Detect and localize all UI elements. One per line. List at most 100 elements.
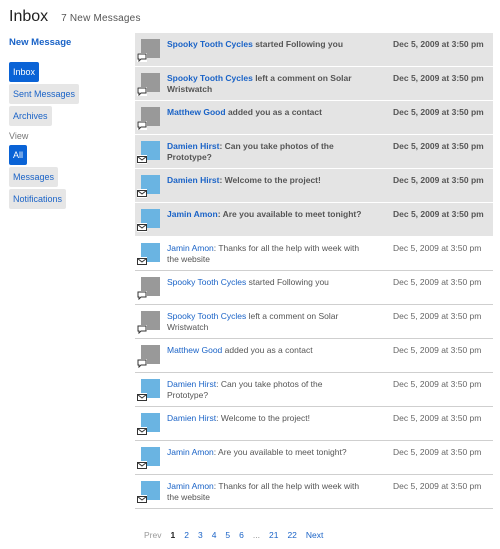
envelope-icon [137,257,147,266]
sender-link[interactable]: Jamin Amon [167,481,214,491]
message-body: started Following you [255,39,344,49]
sender-link[interactable]: Spooky Tooth Cycles [167,277,246,287]
sender-link[interactable]: Damien Hirst [167,413,216,423]
sender-link[interactable]: Matthew Good [167,107,226,117]
page-link-4[interactable]: 4 [212,530,217,540]
message-text: Spooky Tooth Cycles started Following yo… [167,277,362,288]
message-date: Dec 5, 2009 at 3:50 pm [393,447,482,457]
message-list: Spooky Tooth Cycles started Following yo… [135,33,493,509]
message-date: Dec 5, 2009 at 3:50 pm [393,379,482,389]
message-date: Dec 5, 2009 at 3:50 pm [393,73,484,83]
sender-link[interactable]: Jamin Amon [167,243,214,253]
view-filter-all[interactable]: All [9,145,28,165]
page-title: Inbox [9,8,49,25]
message-body: added you as a contact [227,107,322,117]
envelope-icon [137,155,147,164]
page-link-21[interactable]: 21 [269,530,278,540]
message-text: Jamin Amon: Thanks for all the help with… [167,481,362,503]
message-text: Damien Hirst: Welcome to the project! [167,175,362,186]
page-link-2[interactable]: 2 [184,530,189,540]
message-text: Spooky Tooth Cycles left a comment on So… [167,73,362,95]
message-row[interactable]: Spooky Tooth Cycles left a comment on So… [135,67,493,101]
sender-link[interactable]: Damien Hirst [167,175,219,185]
sender-link[interactable]: Jamin Amon [167,209,218,219]
new-message-link[interactable]: New Message [9,37,124,48]
envelope-icon [137,189,147,198]
message-date: Dec 5, 2009 at 3:50 pm [393,311,482,321]
message-body: started Following you [248,277,329,287]
speech-bubble-icon [137,87,147,96]
page-link-3[interactable]: 3 [198,530,203,540]
message-body: Welcome to the project! [224,175,321,185]
message-date: Dec 5, 2009 at 3:50 pm [393,413,482,423]
message-row[interactable]: Damien Hirst: Can you take photos of the… [135,135,493,169]
envelope-icon [137,223,147,232]
message-row[interactable]: Damien Hirst: Can you take photos of the… [135,373,493,407]
message-text: Jamin Amon: Thanks for all the help with… [167,243,362,265]
message-date: Dec 5, 2009 at 3:50 pm [393,243,482,253]
message-row[interactable]: Jamin Amon: Are you available to meet to… [135,441,493,475]
view-label: View [9,131,29,141]
folder-list: Inbox Sent Messages Archives [9,62,124,128]
message-body: added you as a contact [224,345,313,355]
message-row[interactable]: Spooky Tooth Cycles started Following yo… [135,33,493,67]
message-date: Dec 5, 2009 at 3:50 pm [393,175,484,185]
message-row[interactable]: Spooky Tooth Cycles left a comment on So… [135,305,493,339]
message-text: Matthew Good added you as a contact [167,107,362,118]
envelope-icon [137,461,147,470]
sender-link[interactable]: Spooky Tooth Cycles [167,39,253,49]
view-filter-messages[interactable]: Messages [9,167,59,187]
message-row[interactable]: Matthew Good added you as a contact Dec 5… [135,101,493,135]
view-filter-list: All Messages Notifications [9,145,124,211]
message-row[interactable]: Damien Hirst: Welcome to the project! Dec… [135,407,493,441]
page-link-5[interactable]: 5 [225,530,230,540]
sender-link[interactable]: Damien Hirst [167,141,219,151]
message-date: Dec 5, 2009 at 3:50 pm [393,209,484,219]
message-text: Damien Hirst: Welcome to the project! [167,413,362,424]
pagination: Prev 1 2 3 4 5 6... 21 22 Next [144,530,332,540]
sender-link[interactable]: Jamin Amon [167,447,214,457]
new-messages-count: 7 New Messages [61,13,141,24]
message-text: Jamin Amon: Are you available to meet to… [167,447,362,458]
message-date: Dec 5, 2009 at 3:50 pm [393,107,484,117]
message-row[interactable]: Matthew Good added you as a contact Dec 5… [135,339,493,373]
sidebar-item-sent-messages[interactable]: Sent Messages [9,84,80,104]
message-text: Spooky Tooth Cycles started Following yo… [167,39,362,50]
envelope-icon [137,393,147,402]
message-text: Damien Hirst: Can you take photos of the… [167,379,362,401]
message-date: Dec 5, 2009 at 3:50 pm [393,141,484,151]
sender-link[interactable]: Spooky Tooth Cycles [167,73,253,83]
sidebar-item-archives[interactable]: Archives [9,106,52,126]
page-link-1[interactable]: 1 [170,530,175,540]
speech-bubble-icon [137,359,147,368]
message-body: Are you available to meet tonight? [218,447,347,457]
view-filter-notifications[interactable]: Notifications [9,189,67,209]
sidebar-item-inbox[interactable]: Inbox [9,62,40,82]
message-row[interactable]: Spooky Tooth Cycles started Following yo… [135,271,493,305]
message-date: Dec 5, 2009 at 3:50 pm [393,345,482,355]
sender-link[interactable]: Damien Hirst [167,379,216,389]
speech-bubble-icon [137,53,147,62]
message-text: Matthew Good added you as a contact [167,345,362,356]
message-date: Dec 5, 2009 at 3:50 pm [393,277,482,287]
pagination-ellipsis: ... [252,530,260,540]
page-link-22[interactable]: 22 [287,530,296,540]
message-body: Are you available to meet tonight? [222,209,362,219]
next-page-link[interactable]: Next [306,530,323,540]
sender-link[interactable]: Matthew Good [167,345,222,355]
envelope-icon [137,427,147,436]
header: Inbox 7 New Messages [9,8,141,30]
page-link-6[interactable]: 6 [239,530,244,540]
message-text: Spooky Tooth Cycles left a comment on So… [167,311,362,333]
prev-page-link[interactable]: Prev [144,530,161,540]
message-row[interactable]: Jamin Amon: Thanks for all the help with… [135,475,493,509]
message-date: Dec 5, 2009 at 3:50 pm [393,481,482,491]
message-row[interactable]: Damien Hirst: Welcome to the project! Dec… [135,169,493,203]
message-text: Jamin Amon: Are you available to meet to… [167,209,362,220]
envelope-icon [137,495,147,504]
sender-link[interactable]: Spooky Tooth Cycles [167,311,246,321]
message-row[interactable]: Jamin Amon: Are you available to meet to… [135,203,493,237]
message-row[interactable]: Jamin Amon: Thanks for all the help with… [135,237,493,271]
sidebar: New Message Inbox Sent Messages Archives V… [9,37,124,211]
message-text: Damien Hirst: Can you take photos of the… [167,141,362,163]
